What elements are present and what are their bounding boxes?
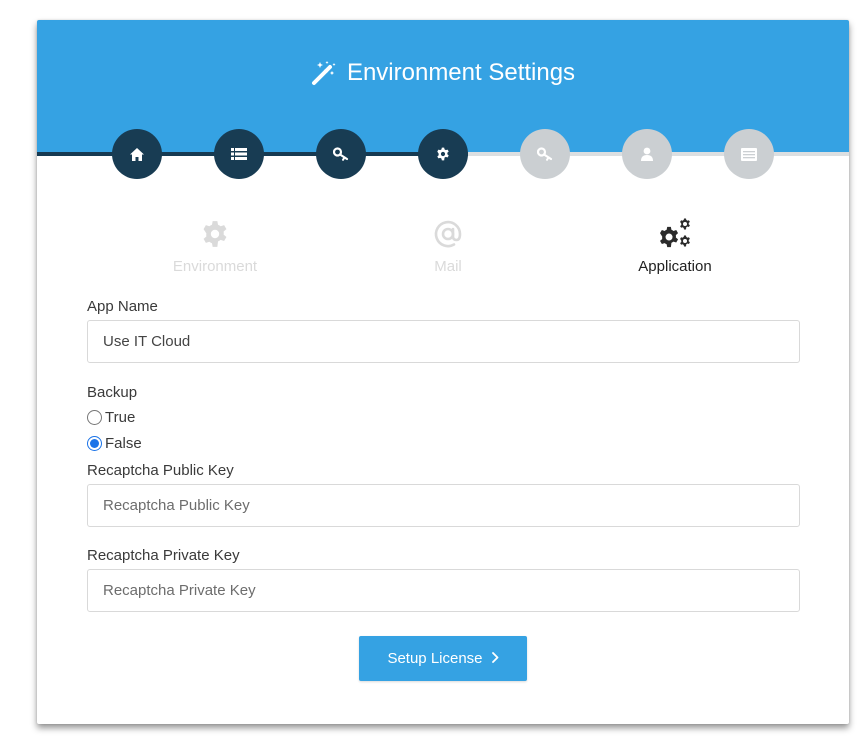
chevron-right-icon	[491, 650, 499, 667]
step-permissions[interactable]	[316, 129, 366, 179]
backup-false-label: False	[105, 435, 142, 452]
gear-icon	[436, 147, 450, 161]
server-icon	[741, 147, 757, 161]
installer-card: Environment Settings Environment Mail Ap…	[37, 20, 849, 724]
subtab-application[interactable]: Application	[575, 218, 775, 278]
user-icon	[641, 147, 653, 161]
setup-license-button[interactable]: Setup License	[359, 636, 527, 681]
step-environment[interactable]	[418, 129, 468, 179]
key-icon	[333, 147, 349, 161]
subtab-mail[interactable]: Mail	[348, 218, 548, 278]
list-icon	[231, 148, 247, 160]
subtab-label: Application	[638, 258, 712, 275]
recaptcha-private-key-label: Recaptcha Private Key	[87, 547, 240, 564]
backup-label: Backup	[87, 384, 138, 401]
gears-icon	[658, 218, 692, 250]
app-name-input[interactable]	[87, 320, 800, 363]
step-license[interactable]	[520, 129, 570, 179]
page-title: Environment Settings	[37, 56, 849, 90]
recaptcha-public-key-label: Recaptcha Public Key	[87, 462, 234, 479]
step-home[interactable]	[112, 129, 162, 179]
subtab-label: Mail	[434, 258, 462, 275]
backup-option-true[interactable]: True	[86, 409, 135, 426]
recaptcha-public-key-input[interactable]	[87, 484, 800, 527]
at-sign-icon	[433, 218, 463, 250]
recaptcha-private-key-input[interactable]	[87, 569, 800, 612]
app-name-label: App Name	[87, 298, 158, 315]
subtab-label: Environment	[172, 258, 258, 275]
magic-wand-icon	[311, 60, 337, 86]
step-requirements[interactable]	[214, 129, 264, 179]
backup-option-false[interactable]: False	[86, 435, 142, 452]
key-icon	[537, 147, 553, 161]
home-icon	[130, 147, 144, 161]
page-title-text: Environment Settings	[346, 59, 576, 86]
setup-license-label: Setup License	[387, 650, 483, 667]
backup-true-radio[interactable]	[87, 410, 102, 425]
subtab-environment[interactable]: Environment	[115, 218, 315, 278]
step-finish[interactable]	[724, 129, 774, 179]
gear-icon	[201, 218, 229, 250]
backup-true-label: True	[105, 409, 136, 426]
step-admin-user[interactable]	[622, 129, 672, 179]
backup-false-radio[interactable]	[87, 436, 102, 451]
